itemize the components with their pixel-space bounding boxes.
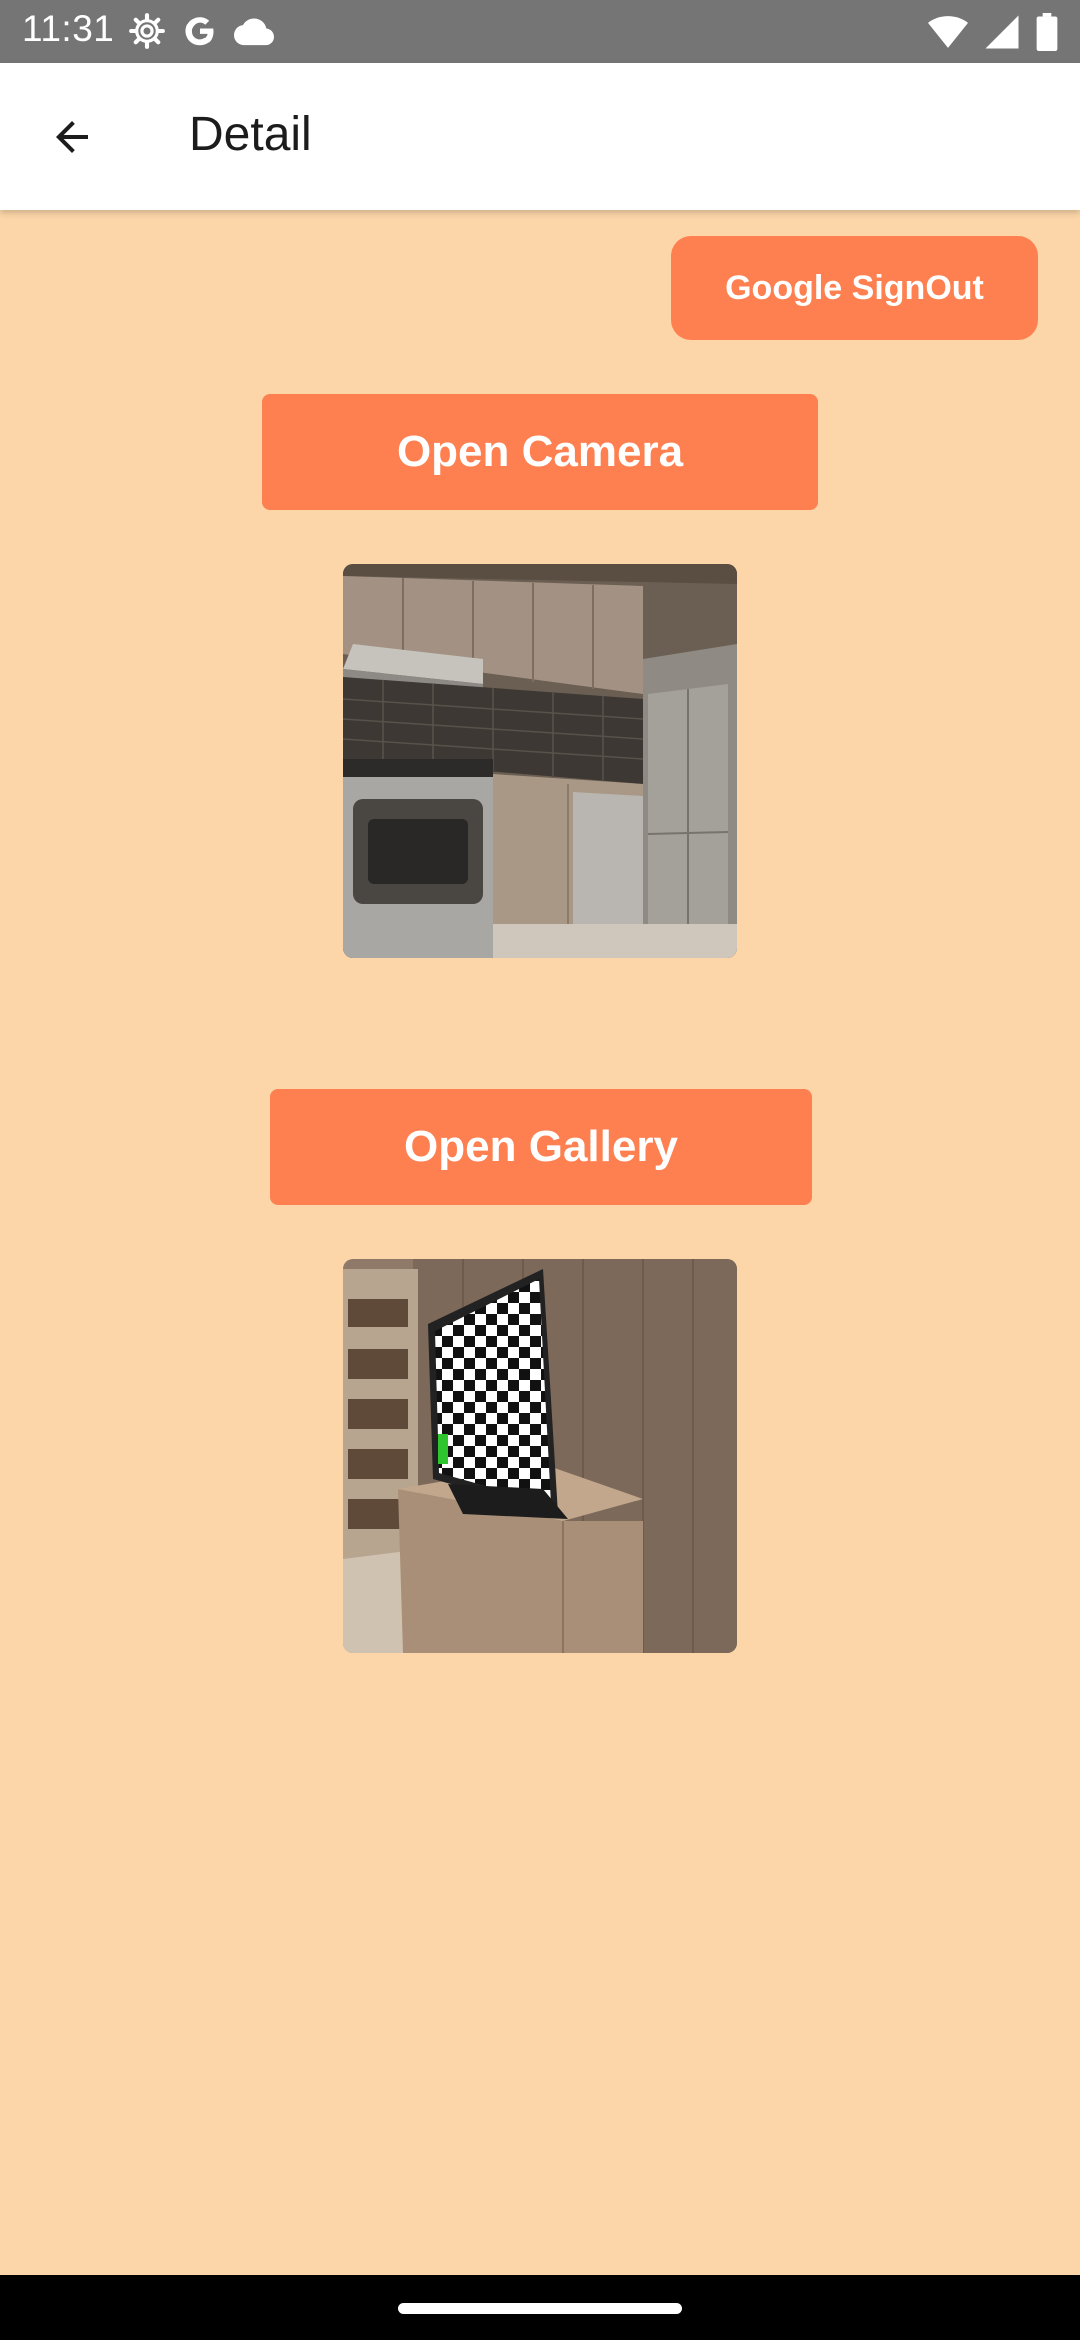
- gallery-photo: [343, 1259, 737, 1653]
- navigation-bar: [0, 2275, 1080, 2340]
- arrow-back-icon: [56, 121, 88, 153]
- battery-icon: [1036, 13, 1058, 51]
- page-title: Detail: [189, 108, 312, 161]
- main-content: Google SignOut Open Camera Open Gallery: [0, 210, 1080, 2275]
- google-icon: [185, 17, 214, 46]
- signal-icon: [985, 15, 1019, 49]
- status-right-icons: [928, 13, 1058, 51]
- open-gallery-button[interactable]: Open Gallery: [270, 1089, 812, 1205]
- back-button[interactable]: [30, 95, 114, 179]
- camera-photo: [343, 564, 737, 958]
- settings-icon: [129, 13, 165, 49]
- status-time: 11:31: [22, 8, 115, 49]
- open-camera-button[interactable]: Open Camera: [262, 394, 818, 510]
- google-signout-button[interactable]: Google SignOut: [671, 236, 1038, 340]
- status-left-icons: [128, 12, 274, 50]
- home-handle[interactable]: [398, 2303, 682, 2314]
- app-bar: Detail: [0, 63, 1080, 210]
- wifi-icon: [928, 16, 968, 48]
- status-bar: 11:31: [0, 0, 1080, 63]
- cloud-icon: [234, 18, 274, 46]
